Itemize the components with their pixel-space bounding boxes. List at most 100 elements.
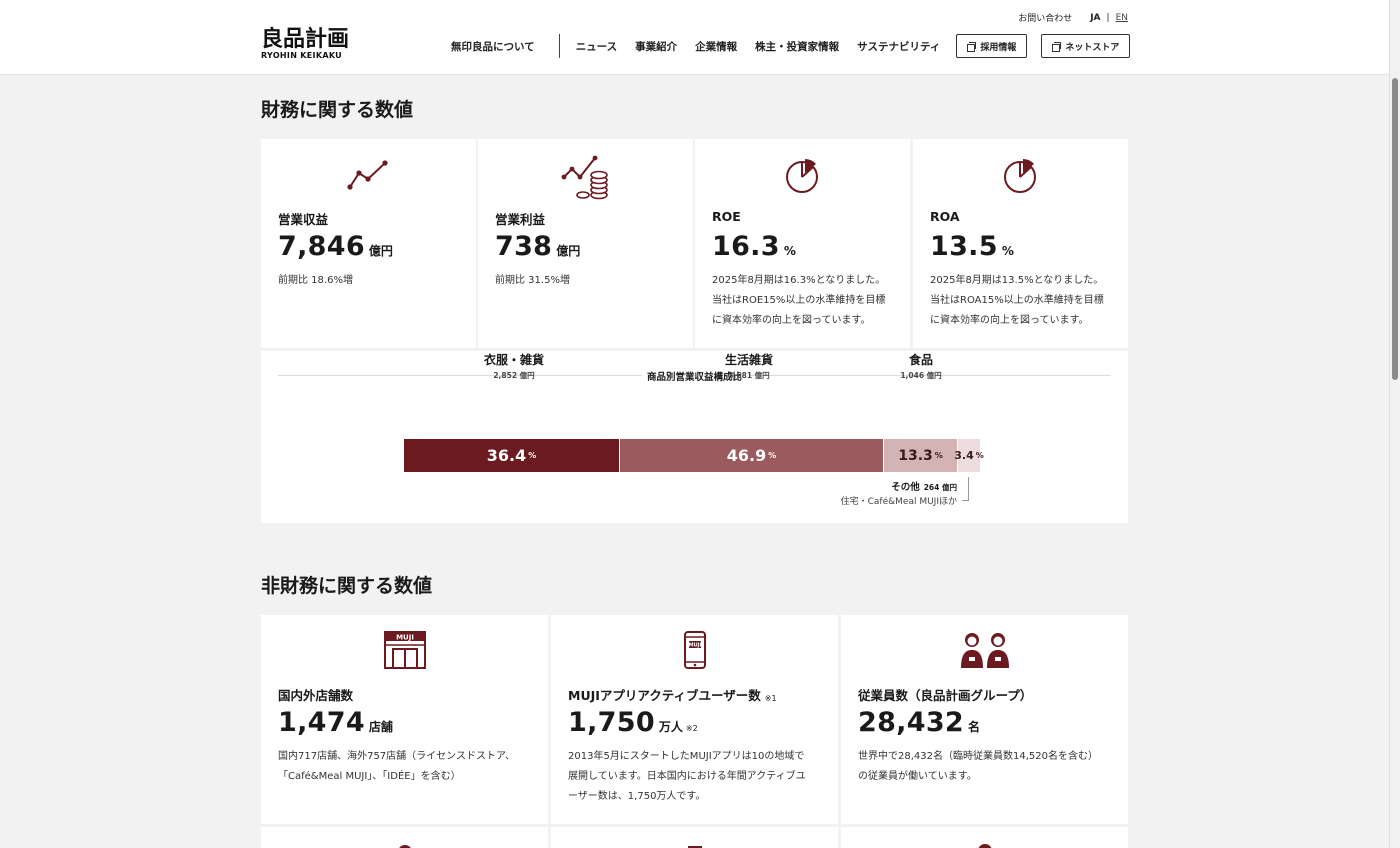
card-store-count: MUJI 国内外店舗数 1,474 店舗 国内717店舗、海外757店舗（ライセン… bbox=[261, 615, 548, 824]
desc-line: 2025年8月期は16.3%となりました。 bbox=[712, 275, 886, 286]
card-value: 1,474 店舗 bbox=[278, 707, 393, 738]
value-number: 1,474 bbox=[278, 707, 365, 738]
segment-head-food: 食品 1,046 億円 bbox=[881, 351, 961, 381]
value-number: 13.5 bbox=[930, 231, 998, 262]
card-employees: 従業員数（良品計画グループ） 28,432 名 世界中で28,432名（臨時従業員… bbox=[841, 615, 1128, 824]
desc-line: の従業員が働いています。 bbox=[858, 771, 977, 782]
desc-line: 「Café&Meal MUJI」、「IDÉE」を含む） bbox=[278, 771, 461, 782]
phone-sign-text: MUJI bbox=[688, 643, 701, 649]
segment-name: 衣服・雑貨 bbox=[483, 353, 544, 367]
desc-line: 2013年5月にスタートしたMUJIアプリは10の地域で bbox=[568, 751, 805, 762]
card-operating-profit: 営業利益 738 億円 前期比 31.5%増 bbox=[478, 139, 693, 348]
logo-english: RYOHIN KEIKAKU bbox=[261, 51, 342, 60]
scrollbar-thumb[interactable] bbox=[1392, 78, 1398, 380]
desc-line: ーザー数は、1,750万人です。 bbox=[568, 791, 706, 802]
desc-line: に資本効率の向上を図っています。 bbox=[930, 315, 1089, 326]
card-value: 738 億円 bbox=[495, 231, 580, 262]
smartphone-icon: MUJI bbox=[683, 631, 707, 673]
line-chart-icon bbox=[346, 155, 392, 197]
card-roa: ROA 13.5% 2025年8月期は13.5%となりました。 当社はROA15%… bbox=[913, 139, 1128, 348]
other-leader-line bbox=[962, 500, 969, 501]
value-number: 16.3 bbox=[712, 231, 780, 262]
lang-separator: | bbox=[1106, 12, 1110, 23]
desc-line: 世界中で28,432名（臨時従業員数14,520名を含む） bbox=[858, 751, 1098, 762]
desc-line: 前期比 18.6%増 bbox=[278, 275, 353, 286]
segment-name: 食品 bbox=[908, 353, 933, 367]
net-store-button[interactable]: ネットストア bbox=[1041, 34, 1131, 58]
card-description: 2025年8月期は13.5%となりました。 当社はROA15%以上の水準維持を目標… bbox=[930, 271, 1104, 331]
desc-line: に資本効率の向上を図っています。 bbox=[712, 315, 871, 326]
value-unit: 億円 bbox=[368, 244, 393, 258]
card-value: 7,846 億円 bbox=[278, 231, 393, 262]
desc-line: 2025年8月期は13.5%となりました。 bbox=[930, 275, 1104, 286]
card-label: MUJIアプリアクティブユーザー数 ※1 bbox=[568, 685, 777, 704]
card-partial bbox=[841, 827, 1128, 848]
lang-ja[interactable]: JA bbox=[1090, 13, 1100, 23]
card-description: 2013年5月にスタートしたMUJIアプリは10の地域で 展開しています。日本国内… bbox=[568, 747, 806, 807]
nav-about-muji[interactable]: 無印良品について bbox=[451, 39, 535, 54]
bar-pct: 13.3 bbox=[898, 447, 933, 464]
card-value: 16.3% bbox=[712, 231, 796, 262]
card-description: 世界中で28,432名（臨時従業員数14,520名を含む） の従業員が働いています… bbox=[858, 747, 1098, 787]
revenue-breakdown-panel: 商品別営業収益構成比 衣服・雑貨 2,852 億円 生活雑貨 3,681 億円 … bbox=[261, 351, 1128, 523]
card-value: 1,750 万人 ※2 bbox=[568, 707, 698, 738]
card-partial bbox=[261, 827, 548, 848]
segment-name: その他 264 億円 bbox=[891, 482, 957, 493]
nav-divider bbox=[558, 34, 560, 58]
value-unit: % bbox=[1001, 244, 1014, 258]
card-app-users: MUJI MUJIアプリアクティブユーザー数 ※1 1,750 万人 ※2 2013年… bbox=[551, 615, 838, 824]
card-roe: ROE 16.3% 2025年8月期は16.3%となりました。 当社はROE15%… bbox=[695, 139, 910, 348]
card-operating-revenue: 営業収益 7,846 億円 前期比 18.6%増 bbox=[261, 139, 476, 348]
nav-company[interactable]: 企業情報 bbox=[695, 39, 737, 54]
recruit-button[interactable]: 採用情報 bbox=[956, 34, 1028, 58]
card-label: 営業収益 bbox=[278, 212, 329, 227]
pie-chart-icon bbox=[783, 155, 823, 199]
card-label: 国内外店舗数 bbox=[278, 688, 354, 703]
nonfinancial-section-title: 非財務に関する数値 bbox=[261, 575, 433, 597]
nav-business[interactable]: 事業紹介 bbox=[635, 39, 677, 54]
bar-pct-unit: % bbox=[975, 451, 984, 460]
partial-icon bbox=[978, 844, 992, 848]
contact-link[interactable]: お問い合わせ bbox=[1018, 11, 1072, 24]
card-label: 営業利益 bbox=[495, 212, 546, 227]
segment-amount: 2,852 億円 bbox=[493, 371, 535, 380]
segment-head-apparel: 衣服・雑貨 2,852 億円 bbox=[464, 351, 564, 381]
value-unit: 店舗 bbox=[368, 720, 393, 734]
value-number: 28,432 bbox=[858, 707, 964, 738]
segment-other-label: その他 264 億円 住宅・Café&Meal MUJIほか bbox=[835, 479, 957, 507]
segment-other-subtext: 住宅・Café&Meal MUJIほか bbox=[840, 497, 957, 507]
page-scrollbar[interactable] bbox=[1389, 0, 1400, 848]
desc-line: 国内717店舗、海外757店舗（ライセンスドストア、 bbox=[278, 751, 515, 762]
nav-sustainability[interactable]: サステナビリティ bbox=[857, 39, 940, 54]
lang-en[interactable]: EN bbox=[1116, 13, 1128, 23]
card-description: 前期比 31.5%増 bbox=[495, 271, 570, 291]
chart-coins-icon bbox=[561, 155, 611, 205]
value-number: 7,846 bbox=[278, 231, 365, 262]
nav-news[interactable]: ニュース bbox=[576, 39, 617, 54]
nav-ir[interactable]: 株主・投資家情報 bbox=[755, 39, 839, 54]
value-unit: 億円 bbox=[556, 244, 581, 258]
footnote-mark: ※2 bbox=[685, 724, 698, 733]
desc-line: 当社はROA15%以上の水準維持を目標 bbox=[930, 295, 1104, 306]
logo[interactable]: 良品計画 RYOHIN KEIKAKU bbox=[261, 28, 349, 60]
bar-pct-unit: % bbox=[768, 451, 777, 460]
store-icon: MUJI bbox=[383, 631, 426, 673]
bar-segment-other: 3.4% bbox=[954, 439, 984, 472]
segment-name: 生活雑貨 bbox=[724, 353, 773, 367]
card-value: 28,432 名 bbox=[858, 707, 980, 738]
label-text: MUJIアプリアクティブユーザー数 bbox=[568, 688, 761, 703]
bar-segment-household: 46.9% bbox=[620, 439, 883, 472]
value-unit: % bbox=[783, 244, 796, 258]
financial-section-title: 財務に関する数値 bbox=[261, 99, 414, 121]
bar-pct: 36.4 bbox=[486, 446, 527, 465]
site-header: 良品計画 RYOHIN KEIKAKU お問い合わせ JA | EN 無印良品に… bbox=[0, 0, 1389, 75]
card-label: ROE bbox=[712, 209, 741, 224]
store-sign-text: MUJI bbox=[396, 634, 414, 642]
card-value: 13.5% bbox=[930, 231, 1014, 262]
card-partial bbox=[551, 827, 838, 848]
recruit-button-label: 採用情報 bbox=[980, 42, 1017, 53]
card-label: 従業員数（良品計画グループ） bbox=[858, 688, 1033, 703]
value-number: 738 bbox=[495, 231, 553, 262]
employees-icon bbox=[959, 631, 1011, 673]
pie-chart-icon bbox=[1001, 155, 1041, 199]
